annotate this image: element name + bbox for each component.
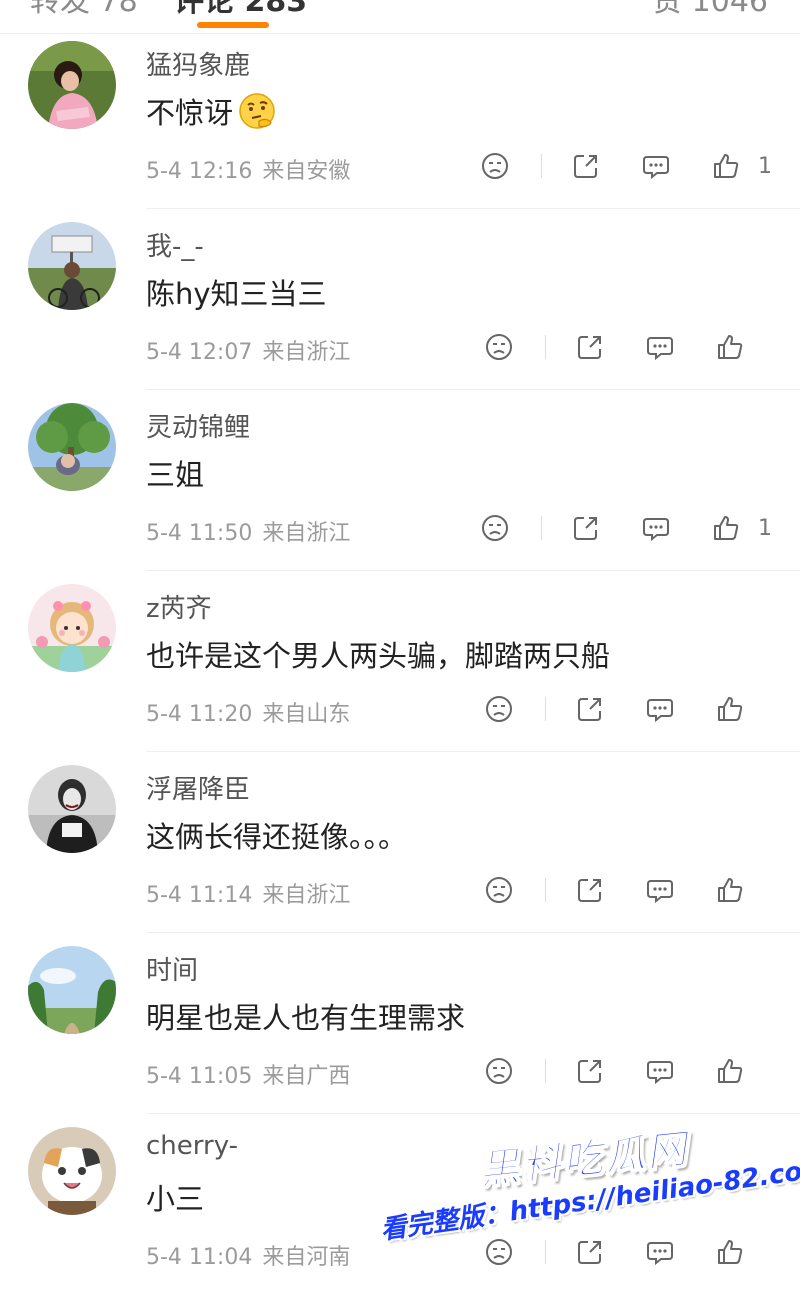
avatar[interactable]	[28, 222, 116, 310]
comment-location: 来自河南	[262, 1245, 351, 1270]
comment-text: 陈hy知三当三	[146, 277, 327, 311]
share-icon[interactable]	[572, 1054, 608, 1088]
like-icon[interactable]	[708, 511, 744, 545]
reply-icon[interactable]	[642, 1054, 678, 1088]
avatar[interactable]	[28, 584, 116, 672]
comment-text: 明星也是人也有生理需求	[146, 1001, 466, 1035]
comment-actions	[481, 1054, 772, 1088]
comment-location: 来自安徽	[262, 159, 351, 184]
share-icon[interactable]	[568, 149, 604, 183]
avatar[interactable]	[28, 765, 116, 853]
comment-text: 也许是这个男人两头骗，脚踏两只船	[146, 639, 611, 673]
action-separator	[545, 1240, 546, 1264]
like-icon[interactable]	[712, 873, 748, 907]
comment-location: 来自广西	[262, 1064, 351, 1089]
comment-meta: 5-4 11:50 来自浙江	[146, 515, 350, 547]
comment-item: 我-_- 陈hy知三当三 5-4 12:07 来自浙江	[0, 209, 800, 390]
comment-actions	[481, 330, 772, 364]
reply-icon[interactable]	[642, 330, 678, 364]
reply-icon[interactable]	[642, 873, 678, 907]
action-separator	[545, 697, 546, 721]
comment-actions	[481, 873, 772, 907]
like-icon[interactable]	[712, 330, 748, 364]
share-icon[interactable]	[572, 692, 608, 726]
comment-text-body: 不惊讶	[146, 96, 234, 130]
comment-date: 5-4 11:50	[146, 521, 253, 546]
avatar[interactable]	[28, 41, 116, 129]
comment-meta: 5-4 11:14 来自浙江	[146, 877, 350, 909]
reply-icon[interactable]	[638, 149, 674, 183]
like-count: 1	[758, 515, 772, 541]
reply-icon[interactable]	[642, 1235, 678, 1269]
comment-username[interactable]: 灵动锦鲤	[146, 407, 250, 444]
comment-location: 来自浙江	[262, 883, 351, 908]
dislike-icon[interactable]	[481, 1235, 517, 1269]
thinking-face-icon	[237, 91, 277, 131]
action-separator	[541, 516, 542, 540]
comment-actions	[481, 1235, 772, 1269]
comment-text: 小三	[146, 1182, 205, 1216]
comment-item: 灵动锦鲤 三姐 5-4 11:50 来自浙江 1	[0, 390, 800, 571]
avatar[interactable]	[28, 946, 116, 1034]
comment-date: 5-4 11:04	[146, 1245, 253, 1270]
comment-location: 来自浙江	[262, 521, 351, 546]
tab-like[interactable]: 赞 1046	[652, 0, 768, 20]
comment-username[interactable]: z芮齐	[146, 588, 212, 625]
avatar[interactable]	[28, 1127, 116, 1215]
comment-actions: 1	[477, 511, 772, 545]
comment-meta: 5-4 11:20 来自山东	[146, 696, 350, 728]
dislike-icon[interactable]	[481, 1054, 517, 1088]
like-icon[interactable]	[708, 149, 744, 183]
share-icon[interactable]	[572, 330, 608, 364]
comment-actions	[481, 692, 772, 726]
comment-username[interactable]: 猛犸象鹿	[146, 45, 250, 82]
comment-username[interactable]: 浮屠降臣	[146, 769, 250, 806]
like-icon[interactable]	[712, 1054, 748, 1088]
comment-item: 猛犸象鹿 不惊讶 5-4 12:16 来自安徽 1	[0, 28, 800, 209]
comment-item: 浮屠降臣 这俩长得还挺像。。。 5-4 11:14 来自浙江	[0, 752, 800, 933]
avatar[interactable]	[28, 403, 116, 491]
comment-date: 5-4 11:20	[146, 702, 253, 727]
tab-repost[interactable]: 转发 78	[30, 0, 138, 20]
reply-icon[interactable]	[638, 511, 674, 545]
like-count: 1	[758, 153, 772, 179]
comment-username[interactable]: 我-_-	[146, 226, 204, 263]
dislike-icon[interactable]	[481, 330, 517, 364]
share-icon[interactable]	[572, 1235, 608, 1269]
share-icon[interactable]	[572, 873, 608, 907]
comment-date: 5-4 12:07	[146, 340, 253, 365]
like-icon[interactable]	[712, 692, 748, 726]
share-icon[interactable]	[568, 511, 604, 545]
comment-text: 不惊讶	[146, 90, 277, 132]
dislike-icon[interactable]	[481, 692, 517, 726]
comment-item: 时间 明星也是人也有生理需求 5-4 11:05 来自广西	[0, 933, 800, 1114]
comment-location: 来自山东	[262, 702, 351, 727]
dislike-icon[interactable]	[477, 511, 513, 545]
reply-icon[interactable]	[642, 692, 678, 726]
comment-username[interactable]: 时间	[146, 950, 198, 987]
comment-page: 转发 78 评论 283 赞 1046 猛犸象鹿 不惊讶 5-4 12:16 来…	[0, 0, 800, 1300]
like-icon[interactable]	[712, 1235, 748, 1269]
action-separator	[545, 1059, 546, 1083]
comment-text: 三姐	[146, 458, 205, 492]
comment-meta: 5-4 11:04 来自河南	[146, 1239, 350, 1271]
dislike-icon[interactable]	[477, 149, 513, 183]
comment-item: z芮齐 也许是这个男人两头骗，脚踏两只船 5-4 11:20 来自山东	[0, 571, 800, 752]
comment-date: 5-4 11:14	[146, 883, 253, 908]
comment-actions: 1	[477, 149, 772, 183]
comment-date: 5-4 11:05	[146, 1064, 253, 1089]
comment-date: 5-4 12:16	[146, 159, 253, 184]
comment-meta: 5-4 12:16 来自安徽	[146, 153, 350, 185]
comment-username[interactable]: cherry-	[146, 1131, 238, 1161]
dislike-icon[interactable]	[481, 873, 517, 907]
comment-location: 来自浙江	[262, 340, 351, 365]
comment-meta: 5-4 11:05 来自广西	[146, 1058, 350, 1090]
action-separator	[545, 335, 546, 359]
comment-meta: 5-4 12:07 来自浙江	[146, 334, 350, 366]
action-separator	[541, 154, 542, 178]
action-separator	[545, 878, 546, 902]
comment-text: 这俩长得还挺像。。。	[146, 820, 408, 854]
